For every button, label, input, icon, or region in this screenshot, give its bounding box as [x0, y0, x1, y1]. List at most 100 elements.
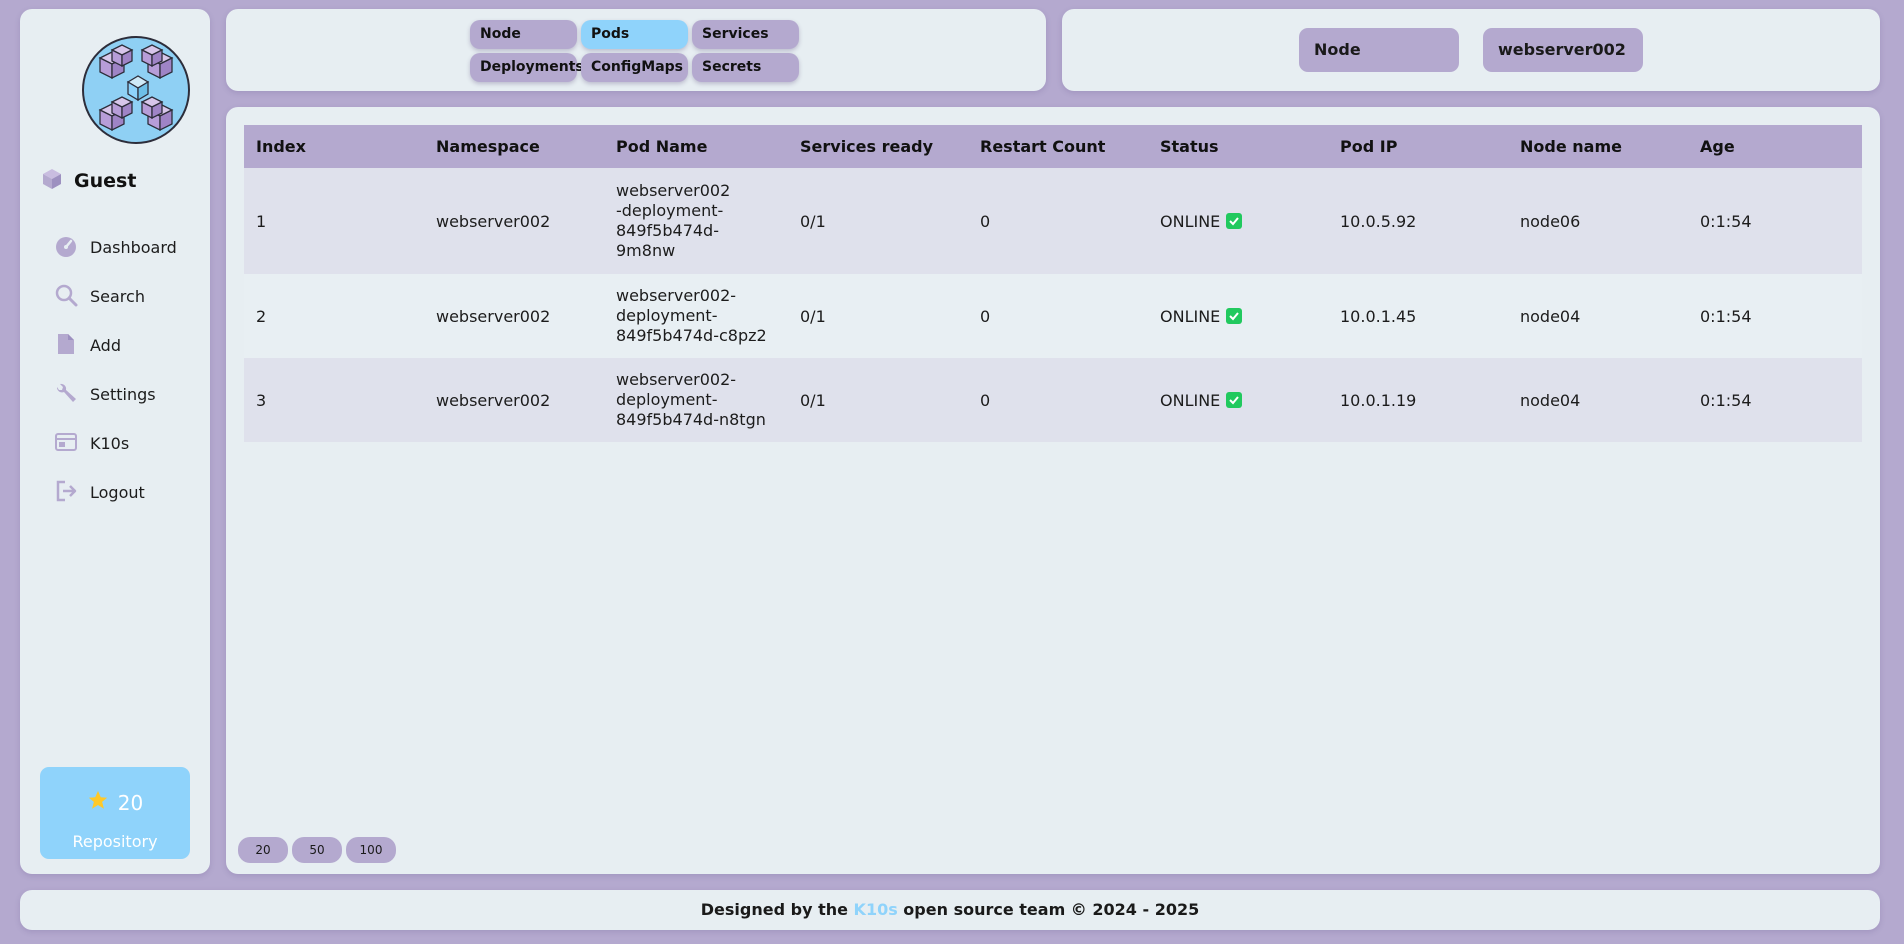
wrench-icon — [54, 381, 78, 409]
tab-node[interactable]: Node — [470, 20, 577, 49]
user-profile: Guest — [40, 167, 136, 195]
tab-configmaps[interactable]: ConfigMaps — [581, 53, 688, 82]
logout-icon — [54, 479, 78, 507]
cell-pod-name: webserver002-deployment-849f5b474d-c8pz2 — [616, 286, 767, 345]
column-header-restart-count[interactable]: Restart Count — [968, 125, 1148, 168]
cell-services-ready: 0/1 — [800, 306, 826, 326]
sidebar-item-dashboard[interactable]: Dashboard — [54, 223, 177, 272]
cell-node-name: node06 — [1520, 211, 1581, 231]
table-row[interactable]: 2 webserver002 webserver002-deployment-8… — [244, 274, 1862, 358]
cell-age: 0:1:54 — [1700, 211, 1752, 231]
star-count: 20 — [40, 789, 190, 816]
cell-pod-ip: 10.0.1.45 — [1340, 306, 1417, 326]
cell-index: 2 — [256, 306, 267, 326]
cell-pod-name-wrap: webserver002-deployment-849f5b474d-n8tgn — [604, 358, 788, 442]
cubes-logo — [82, 36, 190, 144]
table-header-row: Index Namespace Pod Name Services ready … — [244, 125, 1862, 168]
status-text: ONLINE — [1160, 211, 1221, 231]
tab-deployments[interactable]: Deployments — [470, 53, 584, 82]
table-row[interactable]: 1 webserver002 webserver002-deployment-8… — [244, 168, 1862, 274]
status-badge: ONLINE — [1160, 211, 1243, 231]
cell-restart-count: 0 — [980, 390, 991, 410]
tab-secrets[interactable]: Secrets — [692, 53, 799, 82]
footer-suffix: open source team © 2024 - 2025 — [897, 900, 1200, 919]
column-header-status[interactable]: Status — [1148, 125, 1328, 168]
column-header-pod-name[interactable]: Pod Name — [604, 125, 788, 168]
pods-table: Index Namespace Pod Name Services ready … — [244, 125, 1862, 442]
status-text: ONLINE — [1160, 306, 1221, 326]
cube-icon — [40, 167, 64, 195]
footer-brand-link[interactable]: K10s — [854, 900, 898, 919]
column-header-age[interactable]: Age — [1688, 125, 1862, 168]
star-icon — [87, 789, 109, 816]
tab-services[interactable]: Services — [692, 20, 799, 49]
namespace-filter-button[interactable]: webserver002 — [1483, 28, 1643, 72]
gauge-icon — [54, 234, 78, 262]
cell-namespace: webserver002 — [436, 306, 551, 326]
check-icon — [1226, 392, 1243, 408]
filter-panel: Node webserver002 — [1062, 9, 1880, 91]
sidebar-item-settings[interactable]: Settings — [54, 370, 177, 419]
cell-restart-count: 0 — [980, 211, 991, 231]
sidebar-item-label: Logout — [90, 483, 145, 502]
star-count-value: 20 — [117, 790, 144, 815]
repository-label: Repository — [72, 832, 158, 851]
cell-pod-ip: 10.0.5.92 — [1340, 211, 1417, 231]
tab-pods[interactable]: Pods — [581, 20, 688, 49]
status-text: ONLINE — [1160, 390, 1221, 410]
resource-tabs-panel: Node Pods Services Deployments ConfigMap… — [226, 9, 1046, 91]
cell-restart-count: 0 — [980, 306, 991, 326]
column-header-namespace[interactable]: Namespace — [424, 125, 604, 168]
check-icon — [1226, 308, 1243, 324]
footer: Designed by the K10s open source team © … — [20, 890, 1880, 930]
cell-index: 1 — [256, 211, 267, 231]
cell-services-ready: 0/1 — [800, 390, 826, 410]
sidebar-item-k10s[interactable]: K10s — [54, 419, 177, 468]
table-row[interactable]: 3 webserver002 webserver002-deployment-8… — [244, 358, 1862, 442]
page-size-20-button[interactable]: 20 — [238, 837, 288, 863]
cell-age: 0:1:54 — [1700, 306, 1752, 326]
cell-index: 3 — [256, 390, 267, 410]
column-header-pod-ip[interactable]: Pod IP — [1328, 125, 1508, 168]
search-icon — [54, 283, 78, 311]
sidebar-nav: Dashboard Search Add Settings K10s Logou… — [54, 223, 177, 517]
sidebar-item-search[interactable]: Search — [54, 272, 177, 321]
sidebar-item-logout[interactable]: Logout — [54, 468, 177, 517]
window-icon — [54, 430, 78, 458]
cell-namespace: webserver002 — [436, 211, 551, 231]
cell-pod-name-wrap: webserver002-deployment-849f5b474d-9m8nw — [604, 168, 788, 274]
sidebar-item-label: Settings — [90, 385, 156, 404]
cell-status: ONLINE — [1148, 358, 1328, 442]
column-header-index[interactable]: Index — [244, 125, 424, 168]
sidebar-item-label: Add — [90, 336, 121, 355]
sidebar: Guest Dashboard Search Add Settings K10s… — [20, 9, 210, 874]
sidebar-item-label: K10s — [90, 434, 130, 453]
page-size-50-button[interactable]: 50 — [292, 837, 342, 863]
repository-button[interactable]: 20 Repository — [40, 767, 190, 859]
footer-prefix: Designed by the — [700, 900, 854, 919]
column-header-node-name[interactable]: Node name — [1508, 125, 1688, 168]
resource-tabs: Node Pods Services Deployments ConfigMap… — [470, 20, 799, 82]
cell-services-ready: 0/1 — [800, 211, 826, 231]
page-size-100-button[interactable]: 100 — [346, 837, 396, 863]
user-name: Guest — [74, 170, 137, 192]
cell-pod-name: webserver002-deployment-849f5b474d-n8tgn — [616, 370, 766, 429]
cell-pod-ip: 10.0.1.19 — [1340, 390, 1417, 410]
cell-pod-name-wrap: webserver002-deployment-849f5b474d-c8pz2 — [604, 274, 788, 358]
cell-node-name: node04 — [1520, 306, 1581, 326]
cell-pod-name: webserver002-deployment-849f5b474d-9m8nw — [616, 181, 731, 260]
file-icon — [54, 332, 78, 360]
sidebar-item-label: Search — [90, 287, 145, 306]
status-badge: ONLINE — [1160, 390, 1243, 410]
cell-status: ONLINE — [1148, 168, 1328, 274]
sidebar-item-label: Dashboard — [90, 238, 177, 257]
cell-node-name: node04 — [1520, 390, 1581, 410]
cell-age: 0:1:54 — [1700, 390, 1752, 410]
status-badge: ONLINE — [1160, 306, 1243, 326]
page-size-selector: 20 50 100 — [238, 837, 396, 863]
sidebar-item-add[interactable]: Add — [54, 321, 177, 370]
node-filter-button[interactable]: Node — [1299, 28, 1459, 72]
cell-status: ONLINE — [1148, 274, 1328, 358]
column-header-services-ready[interactable]: Services ready — [788, 125, 968, 168]
cell-namespace: webserver002 — [436, 390, 551, 410]
